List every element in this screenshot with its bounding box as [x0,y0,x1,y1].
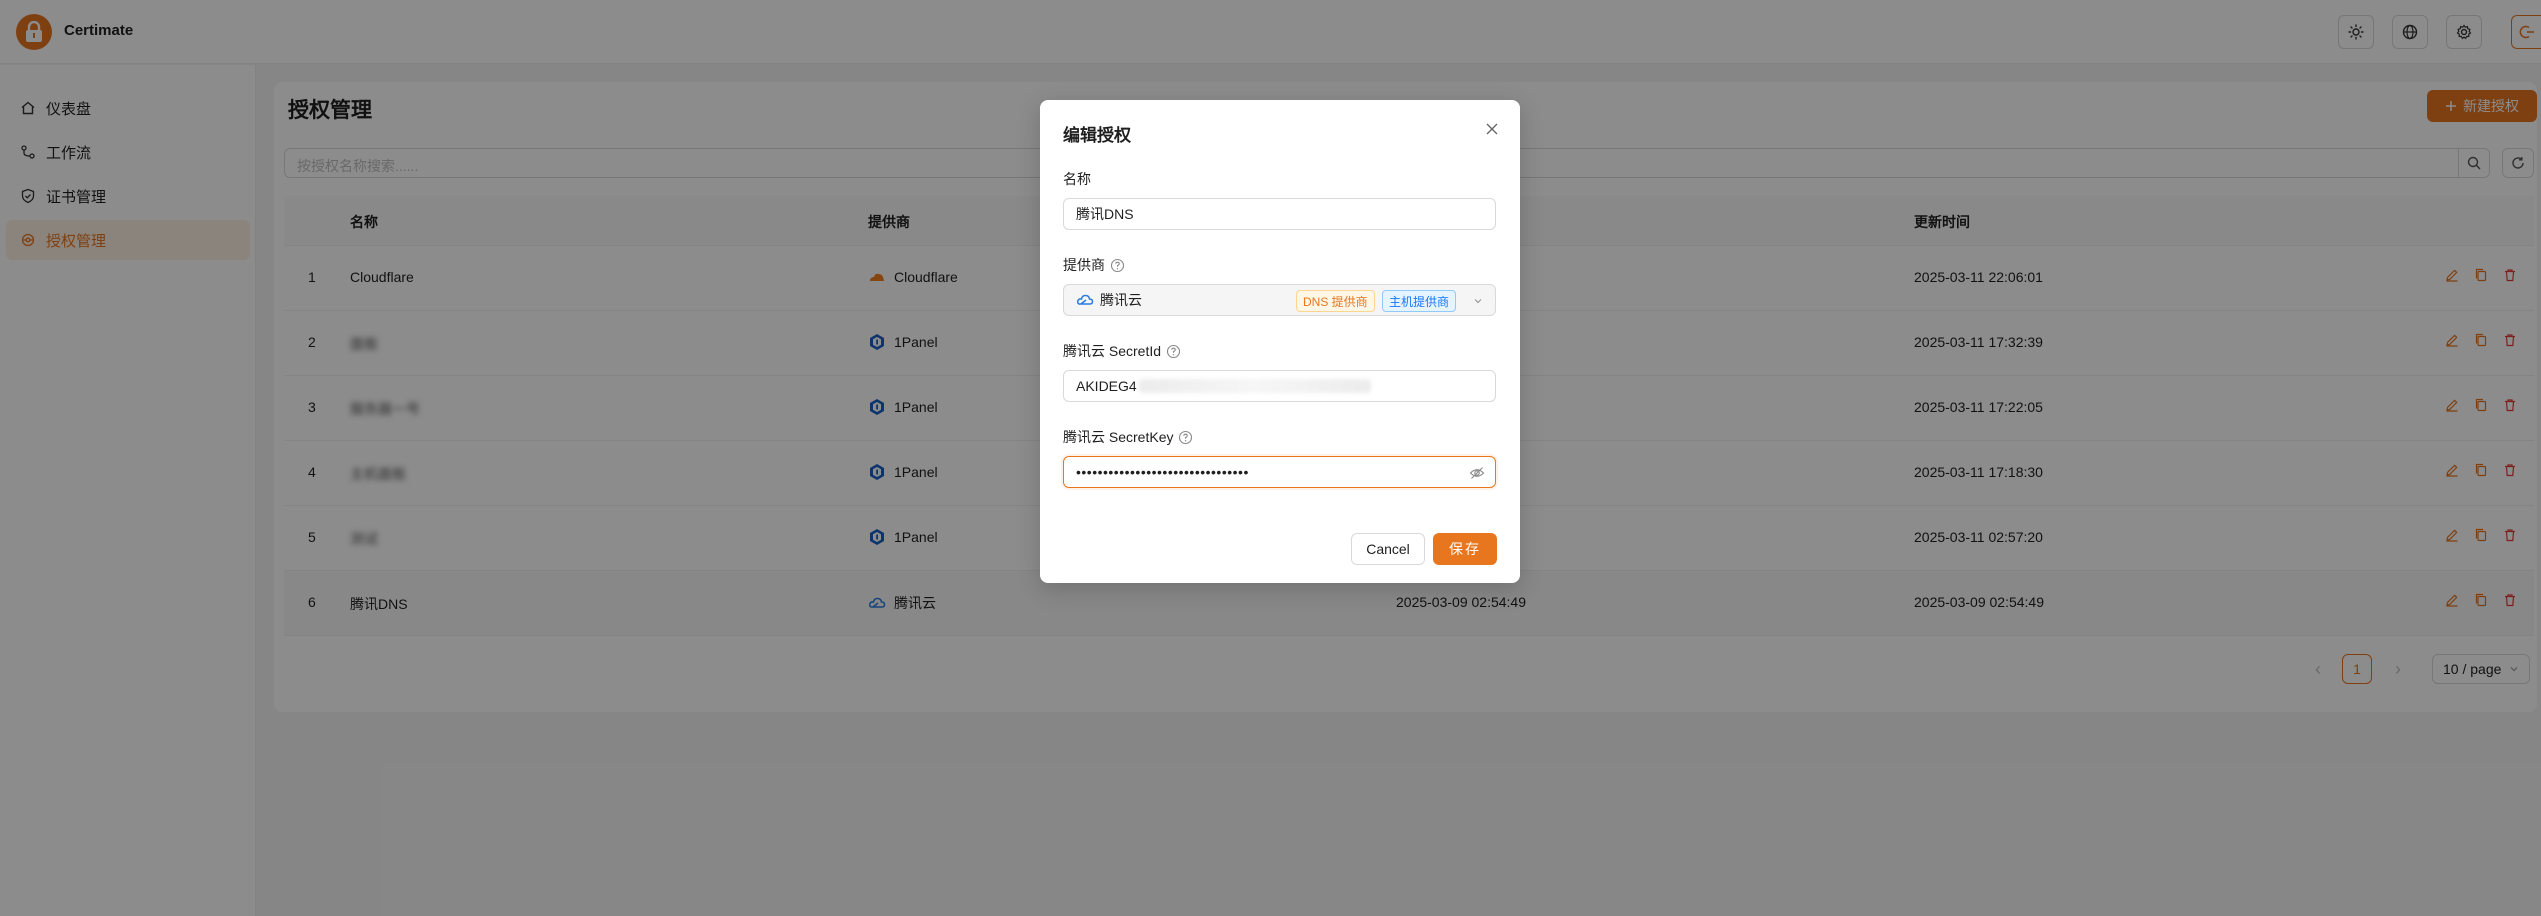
secret-id-field[interactable]: AKIDEG4 [1063,370,1496,402]
provider-select[interactable]: 腾讯云 DNS 提供商 主机提供商 [1063,284,1496,316]
dns-provider-tag: DNS 提供商 [1296,290,1375,312]
secret-key-field[interactable]: •••••••••••••••••••••••••••••••• [1063,456,1496,488]
secret-key-label: 腾讯云 SecretKey [1063,427,1193,447]
secret-id-label: 腾讯云 SecretId [1063,341,1181,361]
secret-id-value: AKIDEG4 [1076,378,1137,394]
close-icon [1486,123,1498,135]
cancel-button[interactable]: Cancel [1351,533,1425,565]
secret-key-value: •••••••••••••••••••••••••••••••• [1076,464,1249,480]
name-label: 名称 [1063,169,1091,189]
secret-key-label-text: 腾讯云 SecretKey [1063,429,1174,445]
tencent-cloud-icon [1076,291,1094,309]
help-icon[interactable] [1166,344,1181,359]
provider-value: 腾讯云 [1100,292,1142,308]
close-button[interactable] [1482,119,1502,139]
redacted-text [1138,379,1371,393]
host-provider-tag: 主机提供商 [1382,290,1457,312]
edit-access-dialog: 编辑授权 名称 腾讯DNS 提供商 腾讯云 DNS 提供商 主机提供商 腾讯云 … [1040,100,1520,583]
eye-invisible-icon[interactable] [1469,465,1485,481]
help-icon[interactable] [1178,430,1193,445]
chevron-down-icon [1474,299,1482,304]
help-icon[interactable] [1110,258,1125,273]
save-button[interactable]: 保存 [1433,533,1497,565]
dialog-title: 编辑授权 [1063,126,1131,145]
provider-label: 提供商 [1063,255,1125,275]
name-field[interactable]: 腾讯DNS [1063,198,1496,230]
secret-id-label-text: 腾讯云 SecretId [1063,343,1162,359]
name-value: 腾讯DNS [1076,206,1134,222]
provider-label-text: 提供商 [1063,257,1105,273]
name-label-text: 名称 [1063,171,1091,187]
